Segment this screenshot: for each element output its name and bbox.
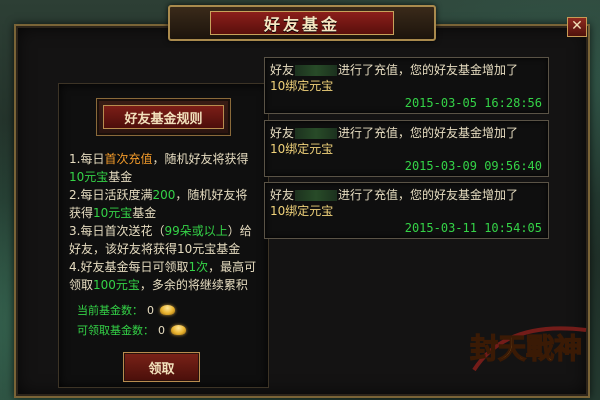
record-amount: 10绑定元宝 [270,79,334,93]
rule-segment: 好友，该好友将获得10元宝基金 [69,242,241,256]
current-fund-label: 当前基金数： [77,304,143,317]
fund-rules-button[interactable]: 好友基金规则 [96,98,231,136]
record-text: 进行了充值，您的好友基金增加了 [338,63,519,77]
record-amount: 10绑定元宝 [270,142,334,156]
rule-segment: 10元宝 [69,170,109,184]
record-text: 进行了充值，您的好友基金增加了 [338,126,519,140]
record-text: 进行了充值，您的好友基金增加了 [338,188,519,202]
rule-line: 4.好友基金每日可领取1次，最高可 [69,258,265,276]
gold-ingot-icon [160,305,175,315]
record-prefix: 好友 [270,63,295,77]
rules-panel: 好友基金规则 1.每日首次充值，随机好友将获得 10元宝基金 2.每日活跃度满200… [58,83,269,388]
fund-rules-label: 好友基金规则 [103,105,224,129]
rule-line: 获得10元宝基金 [69,204,265,222]
game-logo: 封天戰神 [469,326,587,372]
gold-ingot-icon [171,325,186,335]
rule-line: 2.每日活跃度满200，随机好友将 [69,186,265,204]
record-timestamp: 2015-03-11 10:54:05 [404,221,542,235]
claimable-fund-row: 可领取基金数： 0 [77,322,186,338]
rule-segment: 基金 [132,206,157,220]
current-fund-row: 当前基金数： 0 [77,302,175,318]
rule-segment: ，最高可 [208,260,257,274]
record-prefix: 好友 [270,126,295,140]
rule-line: 3.每日首次送花（99朵或以上）给 [69,222,265,240]
rule-line: 领取100元宝，多余的将继续累积 [69,276,265,294]
rule-line: 1.每日首次充值，随机好友将获得 [69,150,265,168]
rule-segment: 3.每日首次送花（ [69,224,165,238]
claimable-fund-value: 0 [158,323,165,337]
rule-line: 好友，该好友将获得10元宝基金 [69,240,265,258]
rules-text: 1.每日首次充值，随机好友将获得 10元宝基金 2.每日活跃度满200，随机好友将获… [69,150,265,294]
rule-segment: 1.每日 [69,152,105,166]
rule-segment: 200 [152,188,176,202]
record-timestamp: 2015-03-05 16:28:56 [404,96,542,110]
friend-name-blurred [295,128,338,139]
rule-segment: ）给 [227,224,252,238]
logo-text: 封天戰神 [470,332,582,365]
claimable-fund-label: 可领取基金数： [77,324,154,337]
rule-segment: 获得 [69,206,94,220]
claim-button[interactable]: 领取 [123,352,200,382]
record-amount: 10绑定元宝 [270,204,334,218]
close-button[interactable]: ✕ [567,17,587,37]
fund-record: 好友 进行了充值，您的好友基金增加了 10绑定元宝 2015-03-11 10:5… [264,182,549,239]
friend-name-blurred [295,190,338,201]
rule-line: 10元宝基金 [69,168,265,186]
friend-name-blurred [295,65,338,76]
record-prefix: 好友 [270,188,295,202]
rule-segment: 99朵或以上 [164,224,228,238]
fund-record: 好友 进行了充值，您的好友基金增加了 10绑定元宝 2015-03-09 09:5… [264,120,549,177]
rule-segment: 2.每日活跃度满 [69,188,153,202]
rule-segment: 4.好友基金每日可领取 [69,260,189,274]
rule-segment: 10元宝 [93,206,133,220]
rule-segment: 首次充值 [104,152,153,166]
record-message: 好友 进行了充值，您的好友基金增加了 10绑定元宝 [270,187,542,219]
window-title: 好友基金 [263,15,340,34]
window-title-plate: 好友基金 [168,5,436,41]
rule-segment: ，随机好友将获得 [152,152,249,166]
record-message: 好友 进行了充值，您的好友基金增加了 10绑定元宝 [270,62,542,94]
title-banner: 好友基金 [210,11,394,35]
rule-segment: 基金 [108,170,133,184]
rule-segment: 100元宝 [93,278,140,292]
fund-record: 好友 进行了充值，您的好友基金增加了 10绑定元宝 2015-03-05 16:2… [264,57,549,114]
current-fund-value: 0 [147,303,154,317]
record-timestamp: 2015-03-09 09:56:40 [404,159,542,173]
record-message: 好友 进行了充值，您的好友基金增加了 10绑定元宝 [270,125,542,157]
rule-segment: 1次 [188,260,209,274]
rule-segment: 领取 [69,278,94,292]
rule-segment: ，随机好友将 [175,188,248,202]
rule-segment: ，多余的将继续累积 [139,278,248,292]
